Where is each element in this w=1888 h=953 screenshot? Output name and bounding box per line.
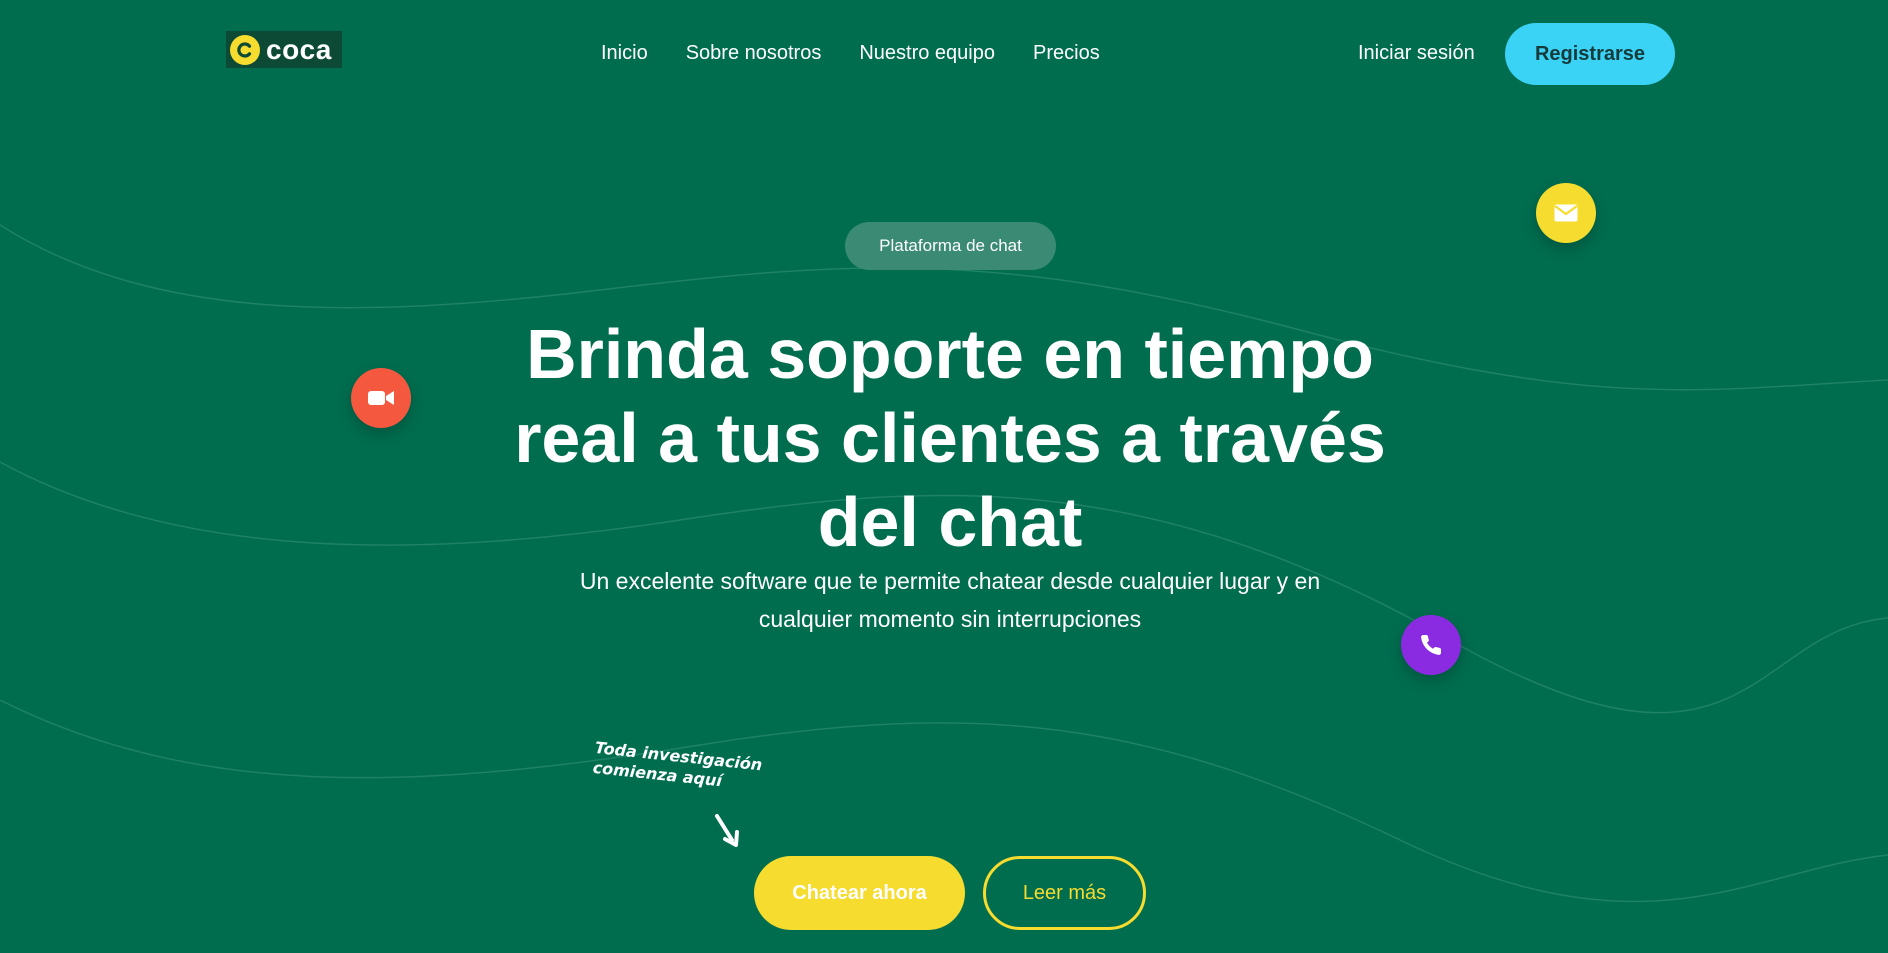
register-button[interactable]: Registrarse — [1505, 23, 1675, 85]
nav-item-nuestro-equipo[interactable]: Nuestro equipo — [859, 42, 995, 65]
hero-badge: Plataforma de chat — [845, 222, 1056, 270]
phone-icon — [1401, 615, 1461, 675]
envelope-icon — [1536, 183, 1596, 243]
nav-item-precios[interactable]: Precios — [1033, 42, 1100, 65]
main-nav: Inicio Sobre nosotros Nuestro equipo Pre… — [601, 42, 1138, 65]
video-camera-icon — [351, 368, 411, 428]
nav-item-sobre-nosotros[interactable]: Sobre nosotros — [686, 42, 822, 65]
logo-text: coca — [266, 33, 332, 65]
hero-headline: Brinda soporte en tiempo real a tus clie… — [514, 315, 1386, 561]
read-more-button[interactable]: Leer más — [983, 856, 1146, 930]
hero-subtitle: Un excelente software que te permite cha… — [579, 568, 1321, 632]
chat-now-button[interactable]: Chatear ahora — [754, 856, 965, 930]
logo[interactable]: coca — [226, 31, 342, 68]
handwritten-note: Toda investigación comienza aquí — [591, 738, 764, 791]
signin-link[interactable]: Iniciar sesión — [1358, 42, 1475, 65]
arrow-down-right-icon — [712, 812, 744, 855]
logo-mark-icon — [230, 34, 260, 65]
nav-item-inicio[interactable]: Inicio — [601, 42, 648, 65]
